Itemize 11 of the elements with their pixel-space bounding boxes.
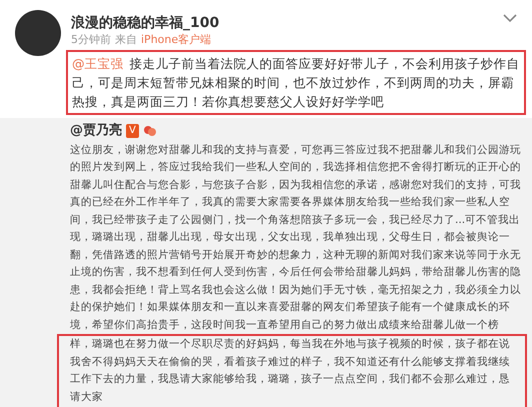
post-text: @王宝强 接走儿子前当着法院人的面答应要好好带儿子，不会利用孩子炒作自己，可是周末短暂带兄妹相聚的时间，也不放过炒作，不到两周的功夫，屏霸热搜，真是两面三刀！若你真想要慈父人设好好学学吧: [72, 55, 520, 111]
source-label: 来自: [115, 34, 137, 45]
chevron-down-icon[interactable]: [503, 14, 517, 23]
highlighted-repost-text: 样，璐璐也在努力做一个尽职尽责的好妈妈，每当我在外地与孩子视频的时候，孩子都在说我舍不得妈妈天天在偷偷的哭，看着孩子难过的样子，我不知道还有什么能够支撑着我继续工作下去的力量，我恳请大家能够给我，璐璐，孩子一点点空间，我们都不会那么难过，恳请大家: [70, 337, 511, 404]
repost-author[interactable]: @贾乃亮: [70, 121, 122, 140]
repost-text: 这位朋友，谢谢您对甜馨儿和我的支持与喜爱，可您再三答应过我不把甜馨儿和我们公园游玩的照片发到网上，答应过我给我们一些私人空间的，我选择相信您把不舍得打断玩的正开心的甜馨儿叫住配合与您合影，与您孩子合影，因为我相信您的承诺，感谢您对我们的支持，可我真的已经在外工作半年了，我真的需要大家需要各界媒体朋友给我一些给我们家一些私人空间，我已经带孩子走了公园侧门，找一个角落想陪孩子多玩一会，我已经尽力了...可不管我出现，璐璐出现，甜馨儿出现，母女出现，父女出现，我单独出现，父母生日，都会被舆论一翻，凭借路透的照片营销号开始展开奇妙的想象力，这种无聊的新闻对我们家来说等同于永无止境的伤害，我不想看到任何人受到伤害，今后任何会带给甜馨儿妈妈，带给甜馨儿伤害的隐患，我都会拒绝！背上骂名我也会这么做！因为她们手无寸铁，毫无招架之力，我必须全力以赴的保护她们！如果媒体朋友和一直以来喜爱甜馨的网友们希望孩子能有一个健康成长的环境，希望你们高抬贵手，这段时间我一直希望用自己的努力做出成绩来给甜馨儿做一个榜: [70, 142, 522, 332]
avatar-placeholder[interactable]: [15, 10, 61, 56]
post-time: 5分钟前: [71, 34, 111, 45]
emblem-icon: [142, 124, 157, 138]
verified-badge: V: [126, 124, 139, 138]
author-name[interactable]: 浪漫的稳稳的幸福_100: [71, 16, 220, 30]
